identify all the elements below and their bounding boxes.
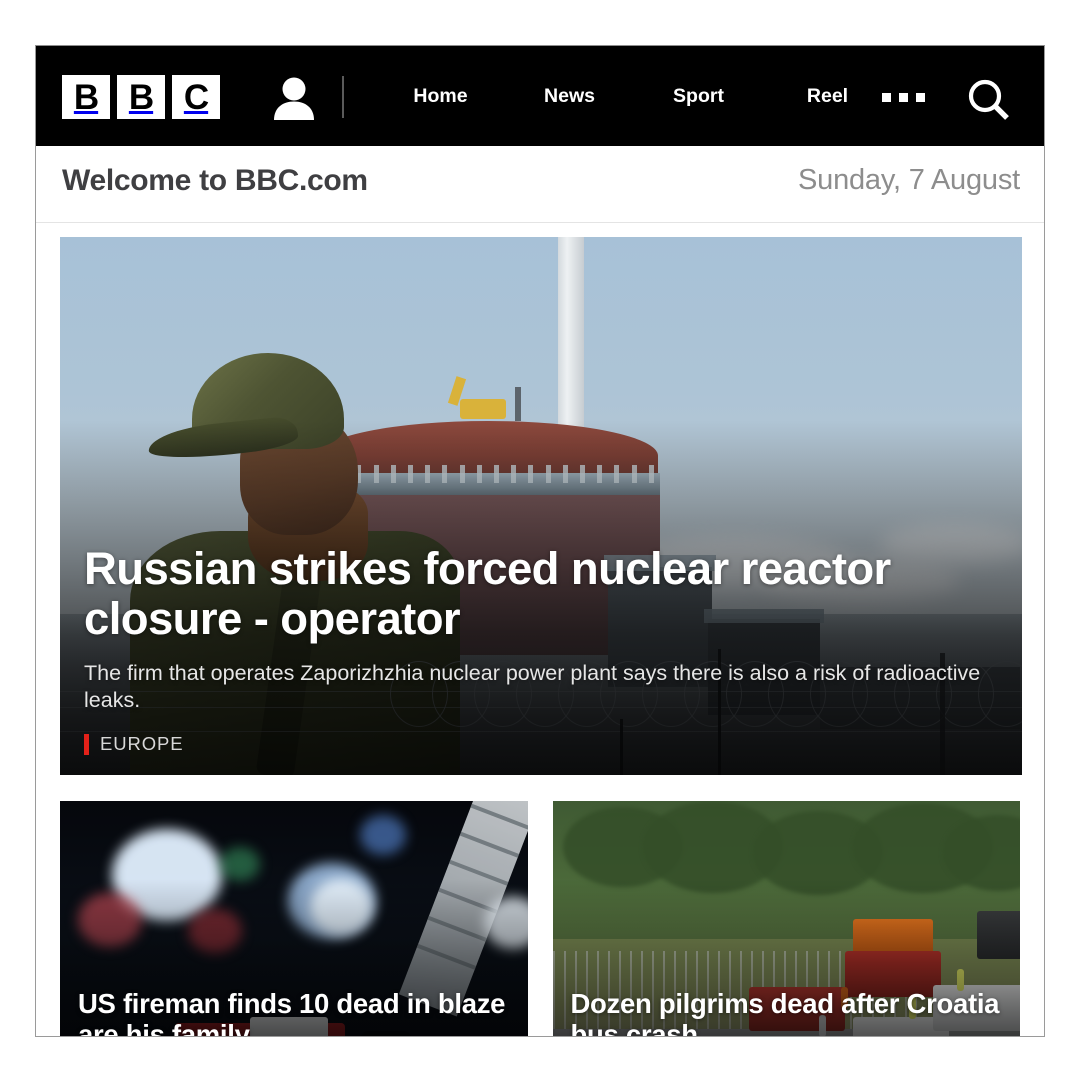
welcome-bar: Welcome to BBC.com Sunday, 7 August — [36, 146, 1044, 223]
card-text-block: US fireman finds 10 dead in blaze are hi… — [78, 988, 512, 1036]
ellipsis-dot — [916, 92, 925, 102]
story-card-us-fireman[interactable]: US fireman finds 10 dead in blaze are hi… — [60, 801, 528, 1036]
main-content: Russian strikes forced nuclear reactor c… — [36, 237, 1044, 1036]
ellipsis-dot — [882, 92, 891, 102]
nav-item-sport[interactable]: Sport — [673, 85, 724, 108]
nav-item-reel[interactable]: Reel — [807, 85, 848, 108]
hero-tag[interactable]: EUROPE — [84, 733, 998, 755]
hero-headline[interactable]: Russian strikes forced nuclear reactor c… — [84, 543, 994, 644]
page-title: Welcome to BBC.com — [62, 164, 368, 197]
hero-tag-label: EUROPE — [100, 733, 184, 754]
ellipsis-dot — [899, 92, 908, 102]
site-header: B B C Home News Sport Reel — [36, 46, 1044, 146]
nav-item-home[interactable]: Home — [413, 85, 467, 108]
primary-navigation: Home News Sport Reel — [376, 46, 892, 146]
card-text-block: Dozen pilgrims dead after Croatia bus cr… — [571, 988, 1005, 1036]
search-icon[interactable] — [961, 78, 1017, 122]
card-headline-us-fireman[interactable]: US fireman finds 10 dead in blaze are hi… — [78, 988, 512, 1036]
hero-summary: The firm that operates Zaporizhzhia nucl… — [84, 660, 981, 713]
account-avatar-icon[interactable] — [266, 76, 322, 120]
nav-item-news[interactable]: News — [544, 85, 595, 108]
story-card-croatia-crash[interactable]: Dozen pilgrims dead after Croatia bus cr… — [552, 801, 1020, 1036]
browser-viewport: B B C Home News Sport Reel Welcome to BB… — [35, 45, 1045, 1037]
logo-letter-c: C — [172, 75, 220, 119]
story-card-grid: US fireman finds 10 dead in blaze are hi… — [60, 801, 1020, 1036]
bbc-logo[interactable]: B B C — [62, 75, 220, 119]
hero-story-card[interactable]: Russian strikes forced nuclear reactor c… — [60, 237, 1022, 775]
current-date: Sunday, 7 August — [798, 164, 1020, 196]
header-divider — [342, 76, 344, 118]
hero-text-block: Russian strikes forced nuclear reactor c… — [84, 543, 998, 755]
tag-accent-bar — [84, 733, 89, 755]
card-headline-croatia-crash[interactable]: Dozen pilgrims dead after Croatia bus cr… — [571, 988, 1005, 1036]
logo-letter-b2: B — [117, 75, 165, 119]
logo-letter-b1: B — [62, 75, 110, 119]
ellipsis-icon[interactable] — [882, 90, 932, 104]
